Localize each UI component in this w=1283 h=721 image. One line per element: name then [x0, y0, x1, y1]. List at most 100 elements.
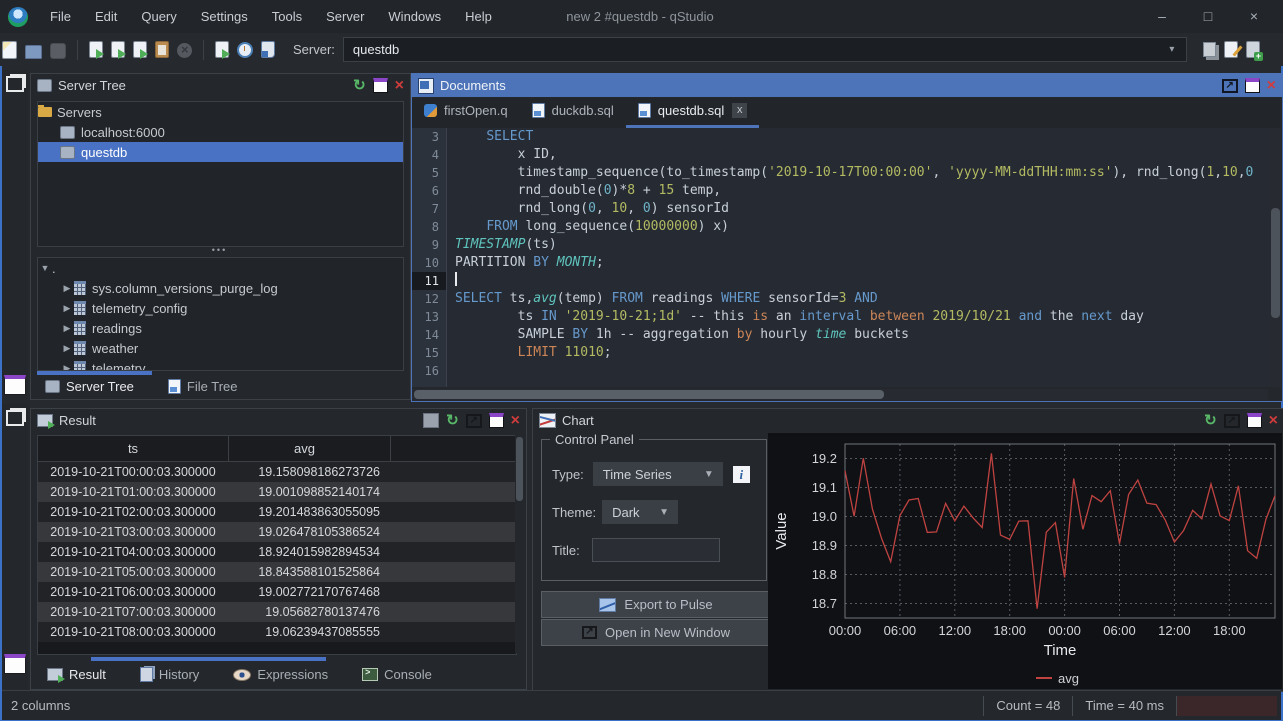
close-panel-icon[interactable]: × — [1267, 79, 1276, 93]
menu-server[interactable]: Server — [314, 0, 376, 33]
editor-hscrollbar[interactable] — [412, 389, 1268, 400]
table-row[interactable]: 2019-10-21T08:00:03.30000019.06239437085… — [38, 622, 516, 642]
chart-title-input[interactable] — [592, 538, 720, 562]
result-vscrollbar[interactable] — [515, 435, 524, 653]
tree-node-table-readings[interactable]: ▶readings — [38, 318, 403, 338]
copy-icon[interactable] — [1203, 42, 1216, 57]
script-icon[interactable] — [261, 41, 275, 58]
tree-node-localhost-6000[interactable]: localhost:6000 — [38, 122, 403, 142]
tab-file-tree[interactable]: File Tree — [164, 376, 242, 397]
table-row[interactable]: 2019-10-21T05:00:03.30000018.84358810152… — [38, 562, 516, 582]
tree-node-schema-root[interactable]: ▼. — [38, 258, 403, 278]
open-in-new-window-button[interactable]: ↗ Open in New Window — [541, 619, 771, 646]
minimize-button[interactable]: – — [1139, 0, 1185, 33]
close-tab-icon[interactable]: x — [732, 103, 747, 118]
tab-expressions[interactable]: Expressions — [229, 664, 332, 685]
menu-file[interactable]: File — [38, 0, 83, 33]
popout-panel-icon[interactable]: ↗ — [1222, 79, 1238, 93]
table-row[interactable]: 2019-10-21T04:00:03.30000018.92401598289… — [38, 542, 516, 562]
popout-panel-icon[interactable]: ↗ — [466, 414, 482, 428]
console-icon — [362, 668, 378, 681]
menu-tools[interactable]: Tools — [260, 0, 314, 33]
server-select[interactable]: questdb ▾ — [343, 37, 1187, 62]
tree-splitter[interactable]: ••• — [37, 245, 402, 257]
tree-node-table-telemetry[interactable]: ▶telemetry — [38, 358, 403, 371]
tree-node-table-sys-column-versions-purge-log[interactable]: ▶sys.column_versions_purge_log — [38, 278, 403, 298]
run-line-icon[interactable] — [111, 41, 125, 58]
paste-icon[interactable] — [155, 41, 169, 58]
code-token: FROM — [612, 291, 643, 306]
close-panel-icon[interactable]: × — [395, 79, 404, 93]
maximize-panel-icon[interactable] — [1245, 78, 1260, 93]
cancel-query-icon[interactable] — [177, 43, 192, 58]
refresh-icon[interactable]: ↻ — [353, 79, 366, 93]
run-query-icon[interactable] — [89, 41, 103, 58]
doc-tab-firstOpen-q[interactable]: firstOpen.q — [412, 96, 520, 128]
edit-icon[interactable] — [1224, 41, 1238, 58]
maximize-panel-icon[interactable] — [1247, 413, 1262, 428]
refresh-icon[interactable]: ↻ — [446, 414, 459, 428]
column-header-avg[interactable]: avg — [229, 436, 391, 461]
menu-settings[interactable]: Settings — [189, 0, 260, 33]
gutter-line-number: 16 — [412, 362, 446, 380]
export-to-pulse-button[interactable]: Export to Pulse — [541, 591, 771, 618]
table-row[interactable]: 2019-10-21T02:00:03.30000019.20148386305… — [38, 502, 516, 522]
export-result-icon[interactable] — [423, 413, 439, 428]
cell-ts: 2019-10-21T03:00:03.300000 — [38, 525, 228, 539]
doc-tab-questdb-sql[interactable]: questdb.sqlx — [626, 96, 760, 128]
maximize-panel-icon[interactable] — [489, 413, 504, 428]
code-token: SELECT — [455, 291, 502, 306]
close-panel-icon[interactable]: × — [1269, 414, 1278, 428]
refresh-icon[interactable]: ↻ — [1204, 414, 1217, 428]
table-row[interactable]: 2019-10-21T01:00:03.30000019.00109885214… — [38, 482, 516, 502]
code-token: ) sensorId — [651, 201, 729, 216]
dock-windows-icon[interactable] — [6, 76, 24, 92]
table-row[interactable]: 2019-10-21T07:00:03.30000019.05682780137… — [38, 602, 516, 622]
table-row[interactable]: 2019-10-21T03:00:03.30000019.02647810538… — [38, 522, 516, 542]
result-panel: Result ↻ ↗ × tsavg2019-10-21T00:00:03.30… — [30, 408, 527, 690]
chart-type-select[interactable]: Time Series ▼ — [593, 462, 723, 486]
tab-result[interactable]: Result — [43, 664, 110, 685]
restore-pane-icon[interactable] — [4, 654, 26, 674]
maximize-panel-icon[interactable] — [373, 78, 388, 93]
tree-label: sys.column_versions_purge_log — [92, 281, 278, 296]
info-icon[interactable]: i — [733, 466, 750, 483]
menu-edit[interactable]: Edit — [83, 0, 129, 33]
maximize-button[interactable]: □ — [1185, 0, 1231, 33]
tree-node-table-weather[interactable]: ▶weather — [38, 338, 403, 358]
tab-history[interactable]: History — [136, 664, 203, 685]
tree-node-table-telemetry-config[interactable]: ▶telemetry_config — [38, 298, 403, 318]
send-query-icon[interactable] — [215, 41, 229, 58]
result-hscrollbar[interactable] — [91, 657, 326, 661]
code-token: sensorId= — [760, 291, 838, 306]
tree-node-servers[interactable]: Servers — [38, 102, 403, 122]
tree-node-questdb[interactable]: questdb — [38, 142, 403, 162]
control-panel-group: Control Panel Type: Time Series ▼ i Them… — [541, 439, 767, 581]
column-header-ts[interactable]: ts — [38, 436, 229, 461]
popout-panel-icon[interactable]: ↗ — [1224, 414, 1240, 428]
tree-hscrollbar[interactable] — [37, 371, 152, 375]
restore-pane-icon[interactable] — [4, 375, 26, 395]
type-label: Type: — [552, 467, 584, 482]
timer-icon[interactable] — [237, 42, 253, 58]
svg-text:Time: Time — [1044, 642, 1077, 659]
table-row[interactable]: 2019-10-21T00:00:03.30000019.15809818627… — [38, 462, 516, 482]
add-server-icon[interactable] — [1246, 41, 1260, 58]
table-row[interactable]: 2019-10-21T06:00:03.30000019.00277217076… — [38, 582, 516, 602]
chart-theme-select[interactable]: Dark ▼ — [602, 500, 678, 524]
menu-query[interactable]: Query — [129, 0, 188, 33]
result-table[interactable]: tsavg2019-10-21T00:00:03.30000019.158098… — [37, 435, 517, 655]
code-editor[interactable]: 345678910111213141516 SELECT x ID, times… — [412, 128, 1280, 387]
editor-vscrollbar[interactable] — [1270, 128, 1281, 387]
cell-avg: 19.001098852140174 — [228, 485, 390, 499]
tab-server-tree[interactable]: Server Tree — [41, 376, 138, 397]
tab-console[interactable]: Console — [358, 664, 436, 685]
open-file-icon[interactable] — [25, 45, 42, 59]
new-file-icon[interactable] — [2, 41, 17, 59]
doc-tab-duckdb-sql[interactable]: duckdb.sql — [520, 96, 626, 128]
close-button[interactable]: × — [1231, 0, 1277, 33]
save-icon[interactable] — [50, 43, 66, 59]
dock-windows-icon[interactable] — [6, 410, 24, 426]
close-panel-icon[interactable]: × — [511, 414, 520, 428]
run-selection-icon[interactable] — [133, 41, 147, 58]
